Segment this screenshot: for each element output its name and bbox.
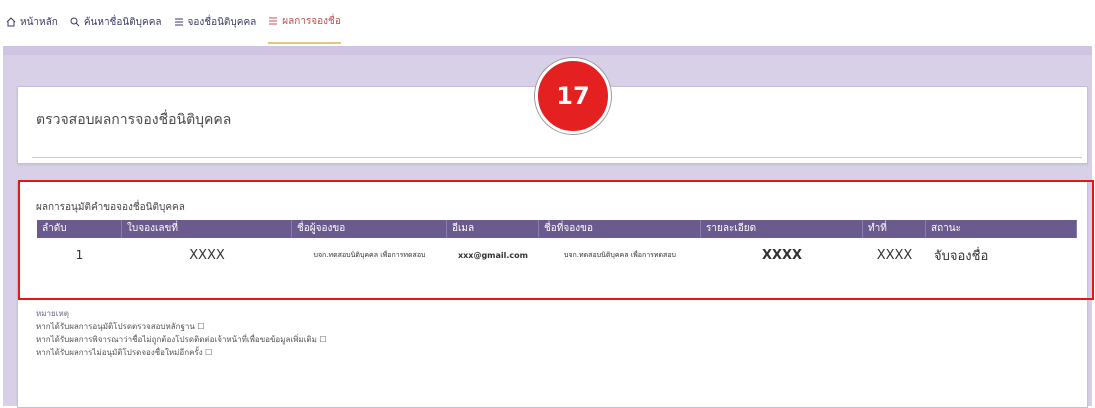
- col-header-seq: ลำดับ: [37, 220, 122, 238]
- table-header: ลำดับ ใบจองเลขที่ ชื่อผู้จองขอ อีเมล ชื่…: [37, 220, 1077, 238]
- col-header-reservation-no: ใบจองเลขที่: [122, 220, 292, 238]
- cell-requested-name: บจก.ทดสอบนิติบุคคล เพื่อการทดสอบ: [564, 250, 676, 259]
- col-header-status: สถานะ: [926, 220, 1077, 238]
- note-line: หากได้รับผลการอนุมัติโปรดตรวจสอบหลักฐาน …: [36, 322, 205, 331]
- home-icon: [6, 17, 16, 27]
- cell-email: xxx@gmail.com: [457, 250, 529, 260]
- cell-details: XXXX: [761, 247, 803, 263]
- cell-status: จับจองชื่อ: [934, 248, 989, 264]
- nav-home-label: หน้าหลัก: [20, 16, 58, 28]
- step-badge: 17: [535, 58, 611, 134]
- col-header-email: อีเมล: [447, 220, 539, 238]
- col-header-details: รายละเอียด: [701, 220, 863, 238]
- result-card: ผลการอนุมัติคำขอจองชื่อนิติบุคคล ลำดับ ใ…: [17, 181, 1088, 408]
- notes: หมายเหตุ หากได้รับผลการอนุมัติโปรดตรวจสอ…: [36, 307, 327, 359]
- notes-heading: หมายเหตุ: [36, 309, 69, 318]
- list-icon: [268, 16, 278, 26]
- col-header-requested-name: ชื่อที่จองขอ: [539, 220, 701, 238]
- title-divider: [32, 157, 1082, 158]
- top-nav: หน้าหลัก ค้นหาชื่อนิติบุคคล จองชื่อนิติบ…: [0, 0, 1095, 44]
- col-header-requester: ชื่อผู้จองขอ: [292, 220, 447, 238]
- note-line: หากได้รับผลการพิจารณาว่าชื่อไม่ถูกต้องโป…: [36, 335, 327, 344]
- cell-seq: 1: [75, 248, 84, 262]
- frame-divider: [3, 46, 1092, 55]
- cell-location: XXXX: [876, 247, 913, 263]
- nav-result-label: ผลการจองชื่อ: [282, 15, 341, 27]
- col-header-location: ทำที่: [863, 220, 926, 238]
- cell-requester: บจก.ทดสอบนิติบุคคล เพื่อการทดสอบ: [313, 250, 426, 259]
- note-line: หากได้รับผลการไม่อนุมัติโปรดจองชื่อใหม่อ…: [36, 348, 213, 357]
- nav-reserve[interactable]: จองชื่อนิติบุคคล: [174, 0, 257, 44]
- nav-search-label: ค้นหาชื่อนิติบุคคล: [83, 16, 162, 28]
- nav-home[interactable]: หน้าหลัก: [6, 0, 58, 44]
- table-row[interactable]: 1 XXXX บจก.ทดสอบนิติบุคคล เพื่อการทดสอบ …: [37, 240, 1077, 270]
- nav-result[interactable]: ผลการจองชื่อ: [268, 0, 341, 44]
- list-icon: [174, 17, 184, 27]
- cell-reservation-no: XXXX: [189, 247, 225, 263]
- nav-search[interactable]: ค้นหาชื่อนิติบุคคล: [70, 0, 162, 44]
- result-section-title: ผลการอนุมัติคำขอจองชื่อนิติบุคคล: [36, 202, 185, 213]
- page-title: ตรวจสอบผลการจองชื่อนิติบุคคล: [36, 112, 232, 128]
- nav-reserve-label: จองชื่อนิติบุคคล: [187, 16, 257, 28]
- search-icon: [70, 17, 80, 27]
